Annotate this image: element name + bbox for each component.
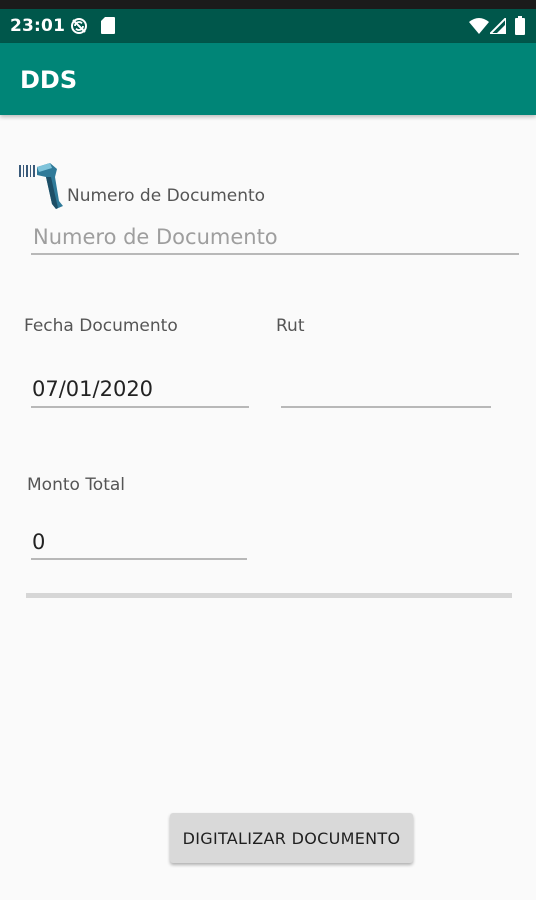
cell-signal-icon — [487, 15, 507, 39]
battery-icon — [515, 16, 525, 40]
total-amount-underline — [31, 558, 247, 560]
document-date-label: Fecha Documento — [24, 316, 178, 336]
rut-field[interactable] — [281, 370, 491, 406]
status-time: 23:01 — [10, 16, 66, 36]
rut-label: Rut — [276, 316, 305, 336]
document-number-underline — [31, 253, 519, 255]
document-number-label: Numero de Documento — [67, 186, 266, 206]
wifi-icon — [469, 18, 489, 39]
document-date-underline — [31, 406, 249, 408]
barcode-scanner-icon[interactable] — [19, 163, 65, 216]
rut-underline — [281, 406, 491, 408]
form-divider — [26, 593, 512, 598]
digitize-document-button[interactable]: DIGITALIZAR DOCUMENTO — [170, 813, 413, 863]
app-title: DDS — [20, 66, 78, 94]
document-date-field[interactable]: 07/01/2020 — [32, 377, 153, 401]
sync-off-icon — [70, 17, 88, 40]
app-screen: 23:01 DDS Numero de Documento Numero de … — [0, 0, 536, 900]
total-amount-field[interactable]: 0 — [32, 530, 45, 554]
total-amount-label: Monto Total — [27, 475, 126, 495]
status-bar: 23:01 — [0, 9, 536, 43]
sd-card-icon — [101, 17, 115, 39]
app-bar: DDS — [0, 43, 536, 115]
document-number-input[interactable]: Numero de Documento — [33, 225, 278, 249]
top-edge — [0, 0, 536, 9]
